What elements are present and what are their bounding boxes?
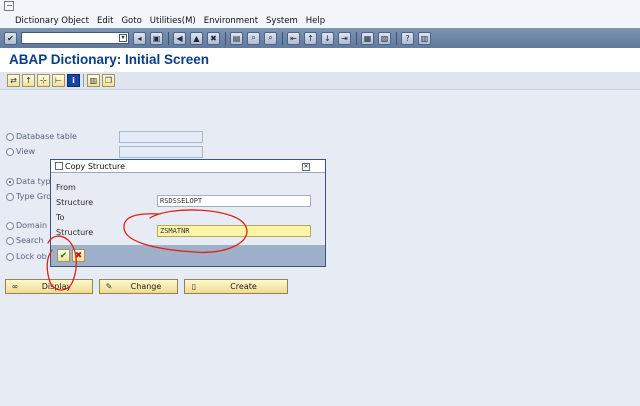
display-button-label: Display (41, 282, 72, 291)
close-icon[interactable]: ✕ (302, 163, 310, 171)
hierarchy-icon[interactable]: ⊢ (52, 74, 65, 87)
create-session-icon[interactable]: ▦ (361, 31, 374, 45)
menu-help[interactable]: Help (306, 16, 325, 26)
radio-type-group[interactable]: Type Gro (6, 192, 51, 201)
toolbar-separator (168, 31, 169, 45)
other-object-icon[interactable]: ⇄ (7, 74, 20, 87)
delete-icon[interactable]: ▥ (87, 74, 100, 87)
screen-title-bar: ABAP Dictionary: Initial Screen (0, 48, 640, 72)
display-button[interactable]: ∞ Display (5, 279, 93, 294)
cancel-button[interactable]: ✖ (72, 249, 85, 262)
radio-label: Type Gro (16, 192, 52, 201)
find-icon[interactable]: ⌕ (247, 31, 260, 45)
copy-icon[interactable]: ❐ (102, 74, 115, 87)
back-icon[interactable]: ◀ (173, 31, 186, 45)
radio-database-table[interactable]: Database table (6, 132, 77, 141)
continue-button[interactable]: ✔ (57, 249, 70, 262)
glasses-icon: ∞ (11, 282, 19, 291)
menu-dictionary-object[interactable]: Dictionary Object (15, 16, 89, 26)
toolbar-separator (225, 31, 226, 45)
toolbar-separator (83, 74, 84, 87)
change-button-label: Change (130, 282, 162, 291)
page-title: ABAP Dictionary: Initial Screen (9, 52, 210, 67)
menu-bar: Dictionary Object Edit Goto Utilities(M)… (0, 14, 640, 28)
toolbar-separator (396, 31, 397, 45)
command-field[interactable]: ▾ (21, 32, 129, 44)
exit-icon[interactable]: ▲ (190, 31, 203, 45)
radio-button[interactable] (6, 147, 14, 156)
database-table-input[interactable] (119, 131, 203, 143)
standard-toolbar: ✔ ▾ ◂ ▣ ◀ ▲ ✖ ▤ ⌕ ⌕ ⇤ ↑ ↓ ⇥ ▦ ▨ ? ▥ (0, 28, 640, 48)
radio-view[interactable]: View (6, 147, 35, 156)
cancel-x-icon: ✖ (74, 250, 83, 261)
radio-label: Lock ob (16, 252, 47, 261)
last-page-icon[interactable]: ⇥ (338, 31, 351, 45)
radio-label: Search (16, 236, 44, 245)
radio-data-type[interactable]: Data type (6, 177, 56, 186)
from-structure-label: Structure (56, 198, 94, 207)
command-dropdown-icon[interactable]: ◂ (133, 31, 146, 45)
next-page-icon[interactable]: ↓ (321, 31, 334, 45)
pencil-icon: ✎ (105, 282, 113, 291)
window-title-strip (0, 0, 640, 14)
menu-system[interactable]: System (266, 16, 298, 26)
radio-label: Database table (16, 132, 77, 141)
radio-lock-object[interactable]: Lock ob (6, 252, 47, 261)
change-button[interactable]: ✎ Change (99, 279, 178, 294)
menu-utilities[interactable]: Utilities(M) (150, 16, 196, 26)
radio-button[interactable] (6, 221, 14, 230)
radio-button[interactable] (6, 252, 14, 261)
customize-layout-icon[interactable]: ▥ (418, 31, 431, 45)
where-used-icon[interactable]: ⊹ (37, 74, 50, 87)
radio-search-help[interactable]: Search (6, 236, 43, 245)
from-label: From (56, 183, 76, 192)
toolbar-separator (282, 31, 283, 45)
cancel-icon[interactable]: ✖ (207, 31, 220, 45)
radio-button[interactable] (6, 192, 14, 201)
radio-button[interactable] (6, 132, 14, 141)
info-icon[interactable]: i (67, 74, 80, 87)
create-button[interactable]: ▯ Create (184, 279, 288, 294)
dialog-title-bar: Copy Structure (51, 160, 325, 173)
dialog-footer: ✔ ✖ (51, 245, 325, 266)
command-history-icon[interactable]: ▾ (119, 34, 127, 42)
shortcut-icon[interactable]: ▨ (378, 31, 391, 45)
system-menu-icon[interactable] (4, 1, 14, 11)
toolbar-separator (356, 31, 357, 45)
dialog-title: Copy Structure (65, 161, 126, 171)
help-icon[interactable]: ? (401, 31, 414, 45)
to-structure-label: Structure (56, 228, 94, 237)
create-button-label: Create (230, 282, 257, 291)
radio-label: Domain (16, 221, 48, 230)
save-icon[interactable]: ▣ (150, 31, 163, 45)
to-label: To (56, 213, 65, 222)
menu-goto[interactable]: Goto (121, 16, 141, 26)
view-input[interactable] (119, 146, 203, 158)
to-structure-input[interactable]: ZSMATNR (157, 225, 311, 237)
radio-button[interactable] (6, 236, 14, 245)
check-icon[interactable]: ↑ (22, 74, 35, 87)
copy-structure-dialog: Copy Structure ✕ From Structure RSDSSELO… (50, 159, 326, 267)
application-toolbar: ⇄ ↑ ⊹ ⊢ i ▥ ❐ (0, 72, 640, 90)
from-structure-input[interactable]: RSDSSELOPT (157, 195, 311, 207)
menu-environment[interactable]: Environment (204, 16, 258, 26)
print-icon[interactable]: ▤ (230, 31, 243, 45)
dialog-icon (55, 162, 63, 170)
first-page-icon[interactable]: ⇤ (287, 31, 300, 45)
checkmark-icon: ✔ (59, 250, 68, 261)
find-next-icon[interactable]: ⌕ (264, 31, 277, 45)
menu-edit[interactable]: Edit (97, 16, 113, 26)
radio-label: View (16, 147, 35, 156)
enter-icon[interactable]: ✔ (4, 31, 17, 45)
radio-button[interactable] (6, 177, 14, 186)
blank-page-icon: ▯ (191, 282, 197, 291)
prev-page-icon[interactable]: ↑ (304, 31, 317, 45)
radio-domain[interactable]: Domain (6, 221, 47, 230)
